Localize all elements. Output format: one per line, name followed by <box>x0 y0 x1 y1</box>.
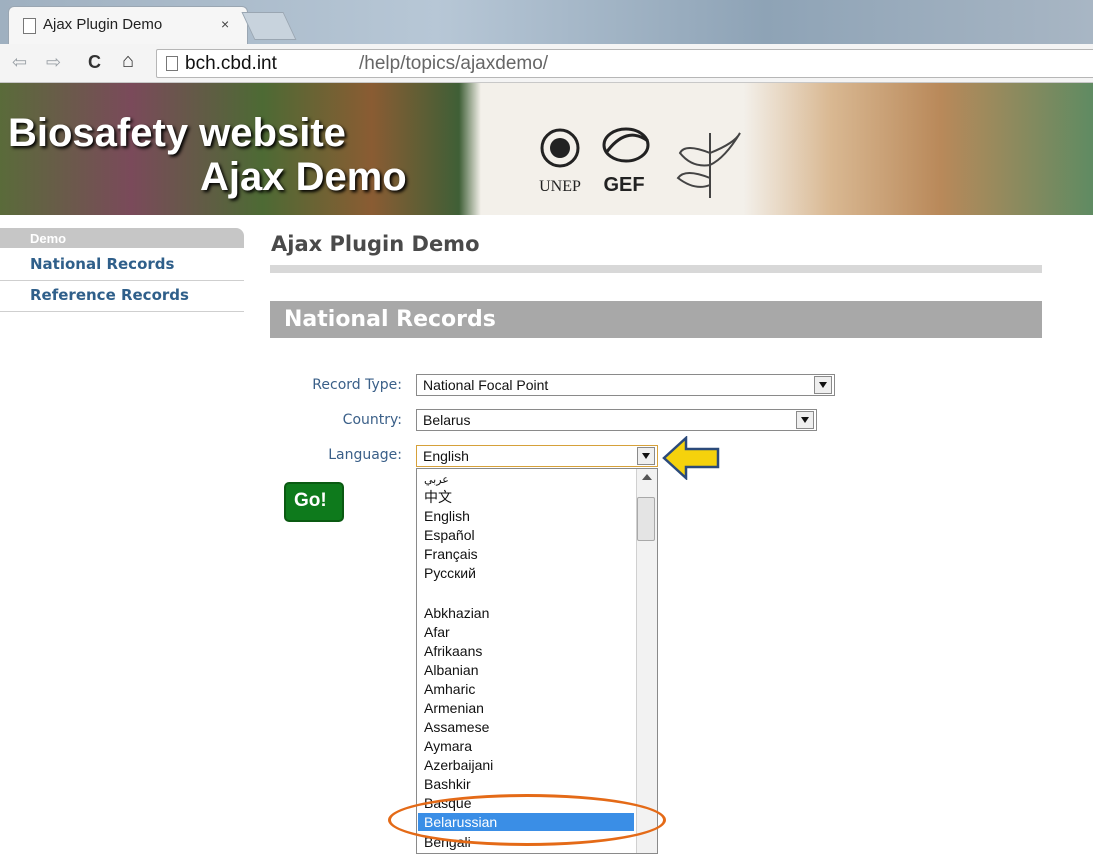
country-select[interactable]: Belarus <box>416 409 817 431</box>
chevron-down-icon[interactable] <box>637 447 655 465</box>
language-option[interactable]: Abkhazian <box>424 604 489 622</box>
language-label: Language: <box>328 447 402 463</box>
language-option[interactable]: Aymara <box>424 737 472 755</box>
language-option[interactable]: Español <box>424 526 475 544</box>
language-option[interactable]: Azerbaijani <box>424 756 493 774</box>
browser-tab[interactable]: Ajax Plugin Demo × <box>8 6 248 45</box>
language-option[interactable]: Bashkir <box>424 775 471 793</box>
language-value: English <box>423 448 469 464</box>
sidebar-item-label: National Records <box>30 255 175 273</box>
language-option[interactable]: Assamese <box>424 718 489 736</box>
country-label: Country: <box>342 412 402 428</box>
back-arrow-icon[interactable]: ⇦ <box>12 52 27 73</box>
gef-logo-text: GEF <box>603 174 644 196</box>
forward-arrow-icon[interactable]: ⇨ <box>46 52 61 73</box>
home-icon[interactable]: ⌂ <box>122 50 134 73</box>
country-value: Belarus <box>423 412 471 428</box>
page-icon <box>23 18 36 34</box>
language-option[interactable]: Afrikaans <box>424 642 482 660</box>
site-banner: Biosafety website Ajax Demo UNEP GEF <box>0 83 1093 215</box>
sidebar-item-national-records[interactable]: National Records <box>0 250 244 281</box>
dropdown-scrollbar[interactable] <box>636 469 657 853</box>
record-type-label: Record Type: <box>312 377 402 393</box>
sidebar-heading: Demo <box>0 228 244 248</box>
unep-logo-text: UNEP <box>539 178 581 195</box>
banner-title-line2: Ajax Demo <box>200 155 407 199</box>
language-option[interactable]: Français <box>424 545 478 563</box>
sidebar-item-label: Reference Records <box>30 286 189 304</box>
scrollbar-thumb[interactable] <box>637 497 655 541</box>
chevron-down-icon[interactable] <box>814 376 832 394</box>
section-header: National Records <box>270 301 1042 338</box>
language-select[interactable]: English <box>416 445 658 467</box>
record-type-select[interactable]: National Focal Point <box>416 374 835 396</box>
scroll-up-arrow-icon[interactable] <box>642 474 652 480</box>
language-option[interactable]: Русский <box>424 564 476 582</box>
tab-close-button[interactable]: × <box>221 16 229 32</box>
go-button-label: Go! <box>294 490 327 511</box>
sidebar-item-reference-records[interactable]: Reference Records <box>0 281 244 312</box>
page-title: Ajax Plugin Demo <box>271 232 480 256</box>
language-option[interactable]: Amharic <box>424 680 475 698</box>
reload-icon[interactable]: C <box>88 52 101 73</box>
browser-toolbar: ⇦ ⇨ C ⌂ bch.cbd.int /help/topics/ajaxdem… <box>0 44 1093 83</box>
annotation-highlight-ellipse <box>388 794 666 846</box>
url-host: bch.cbd.int <box>185 53 277 74</box>
banner-title-line1: Biosafety website <box>8 111 346 155</box>
language-option[interactable]: English <box>424 507 470 525</box>
partner-logos: UNEP GEF <box>539 127 741 198</box>
language-option[interactable]: Albanian <box>424 661 479 679</box>
annotation-arrow-icon <box>662 436 720 480</box>
chevron-down-icon[interactable] <box>796 411 814 429</box>
language-option[interactable]: 中文 <box>424 488 452 506</box>
go-button[interactable]: Go! <box>284 482 344 522</box>
tab-title: Ajax Plugin Demo <box>43 16 163 33</box>
section-title: National Records <box>284 307 496 332</box>
sidebar-heading-label: Demo <box>30 231 67 246</box>
url-path: /help/topics/ajaxdemo/ <box>359 53 549 74</box>
language-option[interactable]: Afar <box>424 623 450 641</box>
address-bar[interactable]: bch.cbd.int /help/topics/ajaxdemo/ <box>156 49 1093 78</box>
page-icon <box>166 56 178 71</box>
language-option[interactable]: عربي <box>424 471 449 489</box>
title-divider <box>270 265 1042 273</box>
language-option[interactable]: Armenian <box>424 699 484 717</box>
record-type-value: National Focal Point <box>423 377 549 393</box>
